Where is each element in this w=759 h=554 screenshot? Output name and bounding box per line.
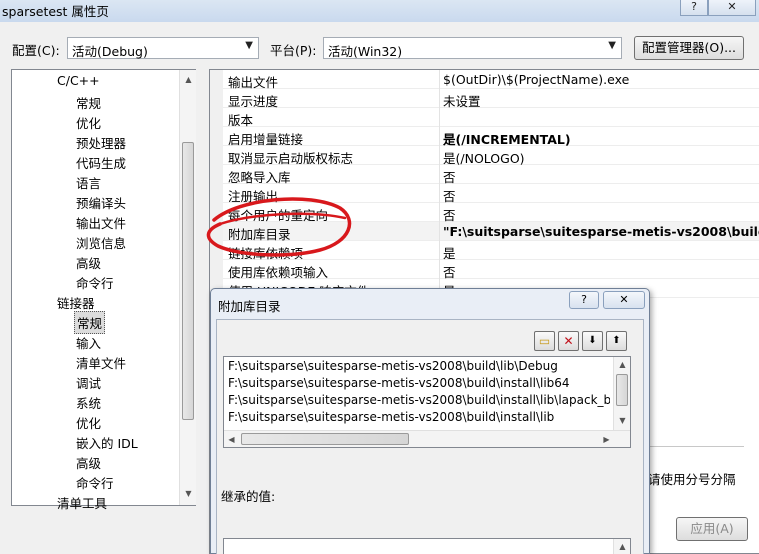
tree-item[interactable]: 预处理器 — [76, 133, 126, 152]
new-folder-icon[interactable]: ▭ — [534, 331, 555, 351]
dialog-close-button[interactable]: ✕ — [603, 291, 645, 309]
tree-item[interactable]: 嵌入的 IDL — [76, 433, 138, 452]
list-hscrollbar[interactable]: ◀ ▶ — [224, 430, 630, 447]
tree-item[interactable]: 优化 — [76, 113, 101, 132]
scroll-down-icon[interactable]: ▼ — [615, 413, 630, 428]
tree-item[interactable]: 语言 — [76, 173, 101, 192]
list-item[interactable]: F:\suitsparse\suitesparse-metis-vs2008\b… — [228, 410, 554, 424]
scroll-thumb[interactable] — [182, 142, 194, 420]
inherited-scrollbar[interactable]: ▲ — [613, 539, 630, 554]
list-item[interactable]: F:\suitsparse\suitesparse-metis-vs2008\b… — [228, 359, 558, 373]
grid-row[interactable]: 每个用户的重定向否 — [210, 203, 759, 223]
tree-item[interactable]: 代码生成 — [76, 153, 126, 172]
window-title: sparsetest 属性页 — [2, 4, 109, 19]
move-down-icon[interactable]: ⬇ — [582, 331, 603, 351]
chevron-down-icon: ▼ — [608, 40, 616, 51]
dialog-help-button[interactable]: ? — [569, 291, 599, 309]
tree-item[interactable]: 高级 — [76, 253, 101, 272]
property-tree[interactable]: C/C++ 常规 优化 预处理器 代码生成 语言 预编译头 输出文件 浏览信息 … — [11, 69, 196, 511]
config-value: 活动(Debug) — [72, 44, 148, 59]
tree-item[interactable]: 调试 — [76, 373, 101, 392]
tree-scrollbar[interactable]: ▲ ▼ — [179, 70, 196, 505]
property-value[interactable]: "F:\suitsparse\suitesparse-metis-vs2008\… — [443, 224, 759, 239]
delete-icon[interactable]: ✕ — [558, 331, 579, 351]
tree-item[interactable]: 高级 — [76, 453, 101, 472]
apply-button[interactable]: 应用(A) — [676, 517, 748, 541]
tree-item[interactable]: C/C++ — [57, 73, 100, 88]
title-bar: sparsetest 属性页 ? ✕ — [0, 0, 759, 22]
platform-label: 平台(P): — [270, 43, 317, 58]
tree-item-linker[interactable]: 链接器 — [57, 293, 95, 312]
tree-item[interactable]: 浏览信息 — [76, 233, 126, 252]
platform-value: 活动(Win32) — [328, 44, 403, 59]
dialog-title: 附加库目录 — [218, 299, 281, 314]
grid-row[interactable]: 注册输出否 — [210, 184, 759, 204]
tree-item[interactable]: 输入 — [76, 333, 101, 352]
tree-item[interactable]: 输出文件 — [76, 213, 126, 232]
config-label: 配置(C): — [12, 43, 60, 58]
inherited-values-box[interactable]: ▲ — [223, 538, 631, 554]
scroll-left-icon[interactable]: ◀ — [224, 432, 239, 447]
grid-row[interactable]: 输出文件 $(OutDir)\$(ProjectName).exe — [210, 70, 759, 90]
move-up-icon[interactable]: ⬆ — [606, 331, 627, 351]
description-text: 请使用分号分隔 — [648, 472, 736, 487]
tree-item[interactable]: 优化 — [76, 413, 101, 432]
additional-library-dialog: 附加库目录 ? ✕ ▭ ✕ ⬇ ⬆ F:\suitsparse\suitespa… — [210, 288, 650, 554]
help-button[interactable]: ? — [680, 0, 708, 16]
grid-row[interactable]: 使用库依赖项输入否 — [210, 260, 759, 280]
platform-select[interactable]: 活动(Win32) ▼ — [323, 37, 622, 59]
list-item[interactable]: F:\suitsparse\suitesparse-metis-vs2008\b… — [228, 393, 610, 407]
scroll-up-icon[interactable]: ▲ — [615, 357, 630, 372]
tree-item[interactable]: 系统 — [76, 393, 101, 412]
tree-item[interactable]: 清单文件 — [76, 353, 126, 372]
grid-row[interactable]: 忽略导入库否 — [210, 165, 759, 185]
directory-list[interactable]: F:\suitsparse\suitesparse-metis-vs2008\b… — [223, 356, 631, 448]
grid-row[interactable]: 链接库依赖项是 — [210, 241, 759, 261]
description-panel: 请使用分号分隔 — [640, 446, 744, 492]
tree-item-selected[interactable]: 常规 — [74, 311, 106, 334]
tree-item[interactable]: 常规 — [76, 93, 101, 112]
grid-row[interactable]: 取消显示启动版权标志 是(/NOLOGO) — [210, 146, 759, 166]
tree-item[interactable]: 清单工具 — [57, 493, 107, 512]
scroll-up-icon[interactable]: ▲ — [181, 72, 196, 87]
scroll-down-icon[interactable]: ▼ — [181, 486, 196, 501]
grid-row-selected[interactable]: 附加库目录 "F:\suitsparse\suitesparse-metis-vs… — [210, 222, 759, 242]
list-vscrollbar[interactable]: ▲ ▼ — [613, 357, 630, 430]
tree-item[interactable]: 命令行 — [76, 273, 114, 292]
close-button[interactable]: ✕ — [708, 0, 756, 16]
property-value[interactable]: $(OutDir)\$(ProjectName).exe — [443, 72, 629, 87]
list-item[interactable]: F:\suitsparse\suitesparse-metis-vs2008\b… — [228, 376, 570, 390]
grid-row[interactable]: 显示进度 未设置 — [210, 89, 759, 109]
scroll-up-icon[interactable]: ▲ — [615, 539, 630, 554]
grid-row[interactable]: 启用增量链接 是(/INCREMENTAL) — [210, 127, 759, 147]
inherited-label: 继承的值: — [221, 489, 276, 504]
scroll-right-icon[interactable]: ▶ — [599, 432, 614, 447]
scroll-thumb[interactable] — [616, 374, 628, 406]
config-select[interactable]: 活动(Debug) ▼ — [67, 37, 259, 59]
grid-row[interactable]: 版本 — [210, 108, 759, 128]
chevron-down-icon: ▼ — [245, 40, 253, 51]
tree-item[interactable]: 命令行 — [76, 473, 114, 492]
scroll-thumb[interactable] — [241, 433, 409, 445]
dialog-body: ▭ ✕ ⬇ ⬆ F:\suitsparse\suitesparse-metis-… — [216, 319, 644, 554]
tree-item[interactable]: 预编译头 — [76, 193, 126, 212]
config-manager-button[interactable]: 配置管理器(O)... — [634, 36, 744, 60]
